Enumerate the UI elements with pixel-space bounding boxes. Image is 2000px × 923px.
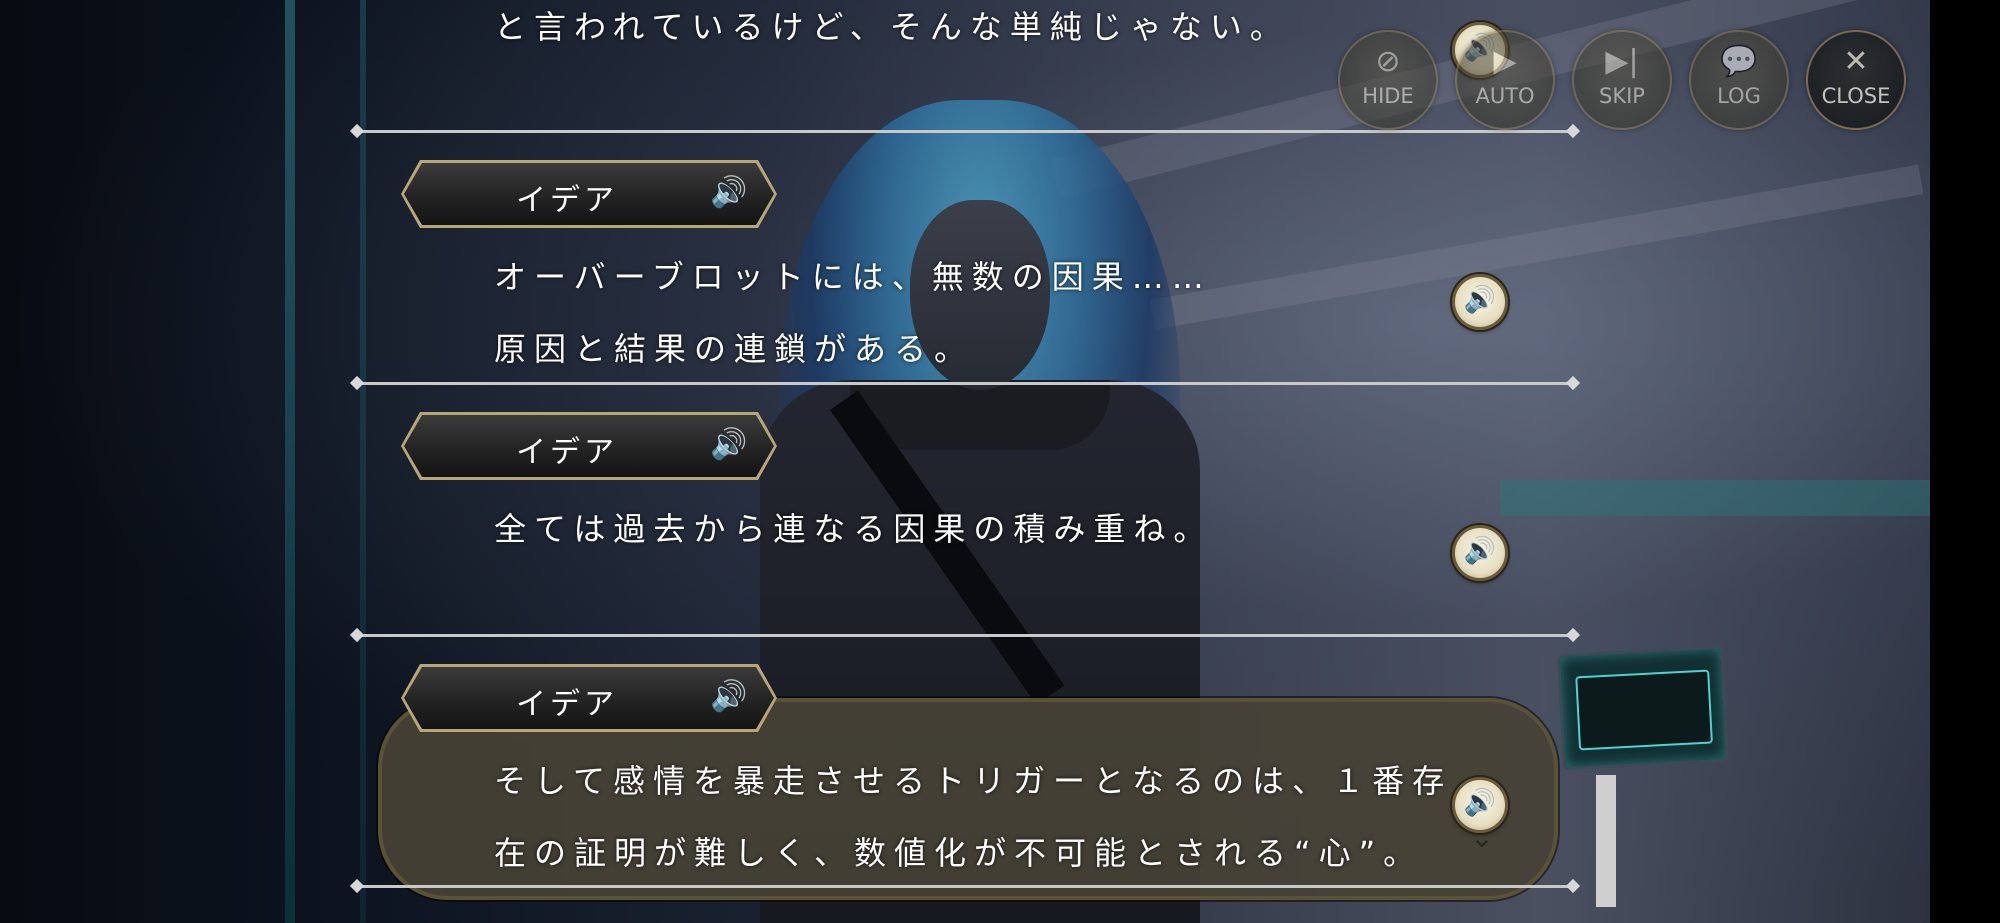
log-divider	[358, 885, 1572, 888]
close-button[interactable]: ✕ CLOSE	[1806, 30, 1906, 130]
log-divider	[358, 634, 1572, 637]
speaker-voice-icon[interactable]: 🔊	[710, 175, 747, 211]
console-screen	[1575, 669, 1713, 751]
skip-forward-icon: ▶|	[1605, 44, 1639, 79]
speaker-name: イデア	[516, 687, 618, 722]
log-line: 全ては過去から連なる因果の積み重ね。	[494, 510, 1214, 548]
speaker-voice-icon[interactable]: 🔊	[710, 679, 747, 715]
speaker-name-plate: イデア 🔊	[401, 412, 777, 480]
skip-label: SKIP	[1599, 84, 1645, 108]
speaker-name: イデア	[516, 183, 618, 218]
screen-edge-bar	[1930, 0, 2000, 923]
speaker-icon: 🔊	[1463, 285, 1497, 315]
hide-label: HIDE	[1362, 84, 1414, 108]
close-label: CLOSE	[1821, 84, 1891, 108]
play-icon: ▶	[1493, 44, 1517, 79]
speaker-voice-icon[interactable]: 🔊	[710, 427, 747, 463]
ceiling-beam-2	[1150, 164, 1924, 330]
log-line: 原因と結果の連鎖がある。	[494, 330, 975, 368]
log-line: オーバーブロットには、無数の因果……	[494, 258, 1212, 296]
log-divider	[358, 382, 1572, 385]
left-pillar-light-2	[360, 0, 366, 923]
speaker-name: イデア	[516, 435, 618, 470]
speaker-name-plate: イデア 🔊	[401, 664, 777, 732]
log-line: と言われているけど、そんな単純じゃない。	[494, 8, 1290, 46]
console-device	[1557, 645, 1729, 771]
auto-label: AUTO	[1475, 84, 1535, 108]
voice-replay-button[interactable]: 🔊	[1452, 274, 1508, 330]
dialog-line: そして感情を暴走させるトリガーとなるのは、１番存	[494, 762, 1453, 800]
dialog-line: 在の証明が難しく、数値化が不可能とされる“心”。	[494, 834, 1424, 872]
hide-button[interactable]: ⊘ HIDE	[1338, 30, 1438, 130]
auto-button[interactable]: ▶ AUTO	[1455, 30, 1555, 130]
left-pillar-light	[285, 0, 295, 923]
speaker-icon: 🔊	[1463, 536, 1497, 566]
floor-rail	[1500, 480, 1930, 516]
close-icon: ✕	[1843, 44, 1869, 79]
log-scrollbar[interactable]	[1596, 775, 1616, 907]
log-label: LOG	[1717, 84, 1761, 108]
speaker-name-plate: イデア 🔊	[401, 160, 777, 228]
skip-button[interactable]: ▶| SKIP	[1572, 30, 1672, 130]
eye-off-icon: ⊘	[1375, 44, 1401, 79]
log-button[interactable]: 💬 LOG	[1689, 30, 1789, 130]
chat-bubble-icon: 💬	[1720, 44, 1758, 79]
log-divider	[358, 130, 1572, 133]
voice-replay-button[interactable]: 🔊	[1452, 525, 1508, 581]
speaker-icon: 🔊	[1463, 788, 1497, 818]
chevron-down-icon: ⌄	[1470, 821, 1494, 854]
